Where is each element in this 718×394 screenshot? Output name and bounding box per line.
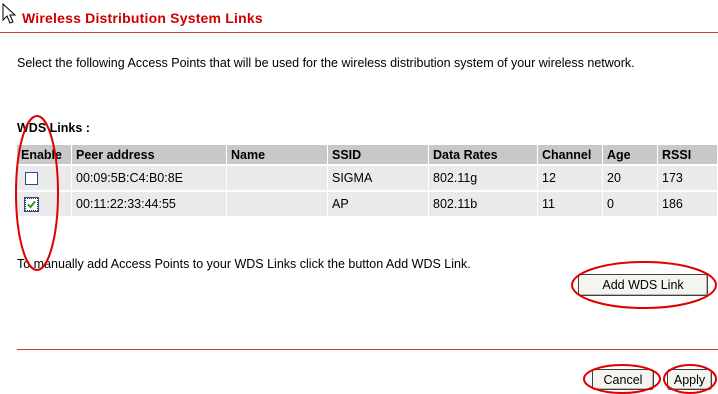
table-row: 00:11:22:33:44:55 AP 802.11b 11 0 186 <box>17 190 718 216</box>
channel-cell: 11 <box>537 190 603 216</box>
channel-cell: 12 <box>537 164 603 191</box>
enable-checkbox[interactable] <box>24 197 39 213</box>
wds-links-table: Enable Peer address Name SSID Data Rates… <box>17 145 718 216</box>
col-header-data-rates: Data Rates <box>428 145 538 165</box>
manual-add-instructions: To manually add Access Points to your WD… <box>17 257 471 271</box>
age-cell: 20 <box>602 164 658 191</box>
footer-divider <box>17 349 718 350</box>
add-wds-link-button[interactable]: Add WDS Link <box>578 274 708 296</box>
rssi-cell: 186 <box>657 190 718 216</box>
table-header-row: Enable Peer address Name SSID Data Rates… <box>17 145 718 165</box>
rssi-cell: 173 <box>657 164 718 191</box>
cancel-button[interactable]: Cancel <box>592 369 654 390</box>
col-header-rssi: RSSI <box>657 145 718 165</box>
col-header-name: Name <box>226 145 328 165</box>
peer-address-cell: 00:11:22:33:44:55 <box>71 190 227 216</box>
table-row: 00:09:5B:C4:B0:8E SIGMA 802.11g 12 20 17… <box>17 164 718 191</box>
ssid-cell: SIGMA <box>327 164 429 191</box>
enable-cell <box>17 164 72 191</box>
col-header-channel: Channel <box>537 145 603 165</box>
name-cell <box>226 164 328 191</box>
col-header-age: Age <box>602 145 658 165</box>
col-header-peer-address: Peer address <box>71 145 227 165</box>
data-rates-cell: 802.11g <box>428 164 538 191</box>
checkmark-icon <box>27 200 36 209</box>
age-cell: 0 <box>602 190 658 216</box>
enable-cell <box>17 190 72 216</box>
name-cell <box>226 190 328 216</box>
apply-button[interactable]: Apply <box>667 369 712 390</box>
mouse-cursor-icon <box>2 3 17 24</box>
peer-address-cell: 00:09:5B:C4:B0:8E <box>71 164 227 191</box>
col-header-enable: Enable <box>17 145 72 165</box>
wds-links-label: WDS Links : <box>17 121 90 135</box>
title-divider <box>0 32 718 33</box>
page-title: Wireless Distribution System Links <box>22 10 263 26</box>
enable-checkbox[interactable] <box>25 172 38 186</box>
data-rates-cell: 802.11b <box>428 190 538 216</box>
ssid-cell: AP <box>327 190 429 216</box>
page-description: Select the following Access Points that … <box>17 56 635 70</box>
col-header-ssid: SSID <box>327 145 429 165</box>
